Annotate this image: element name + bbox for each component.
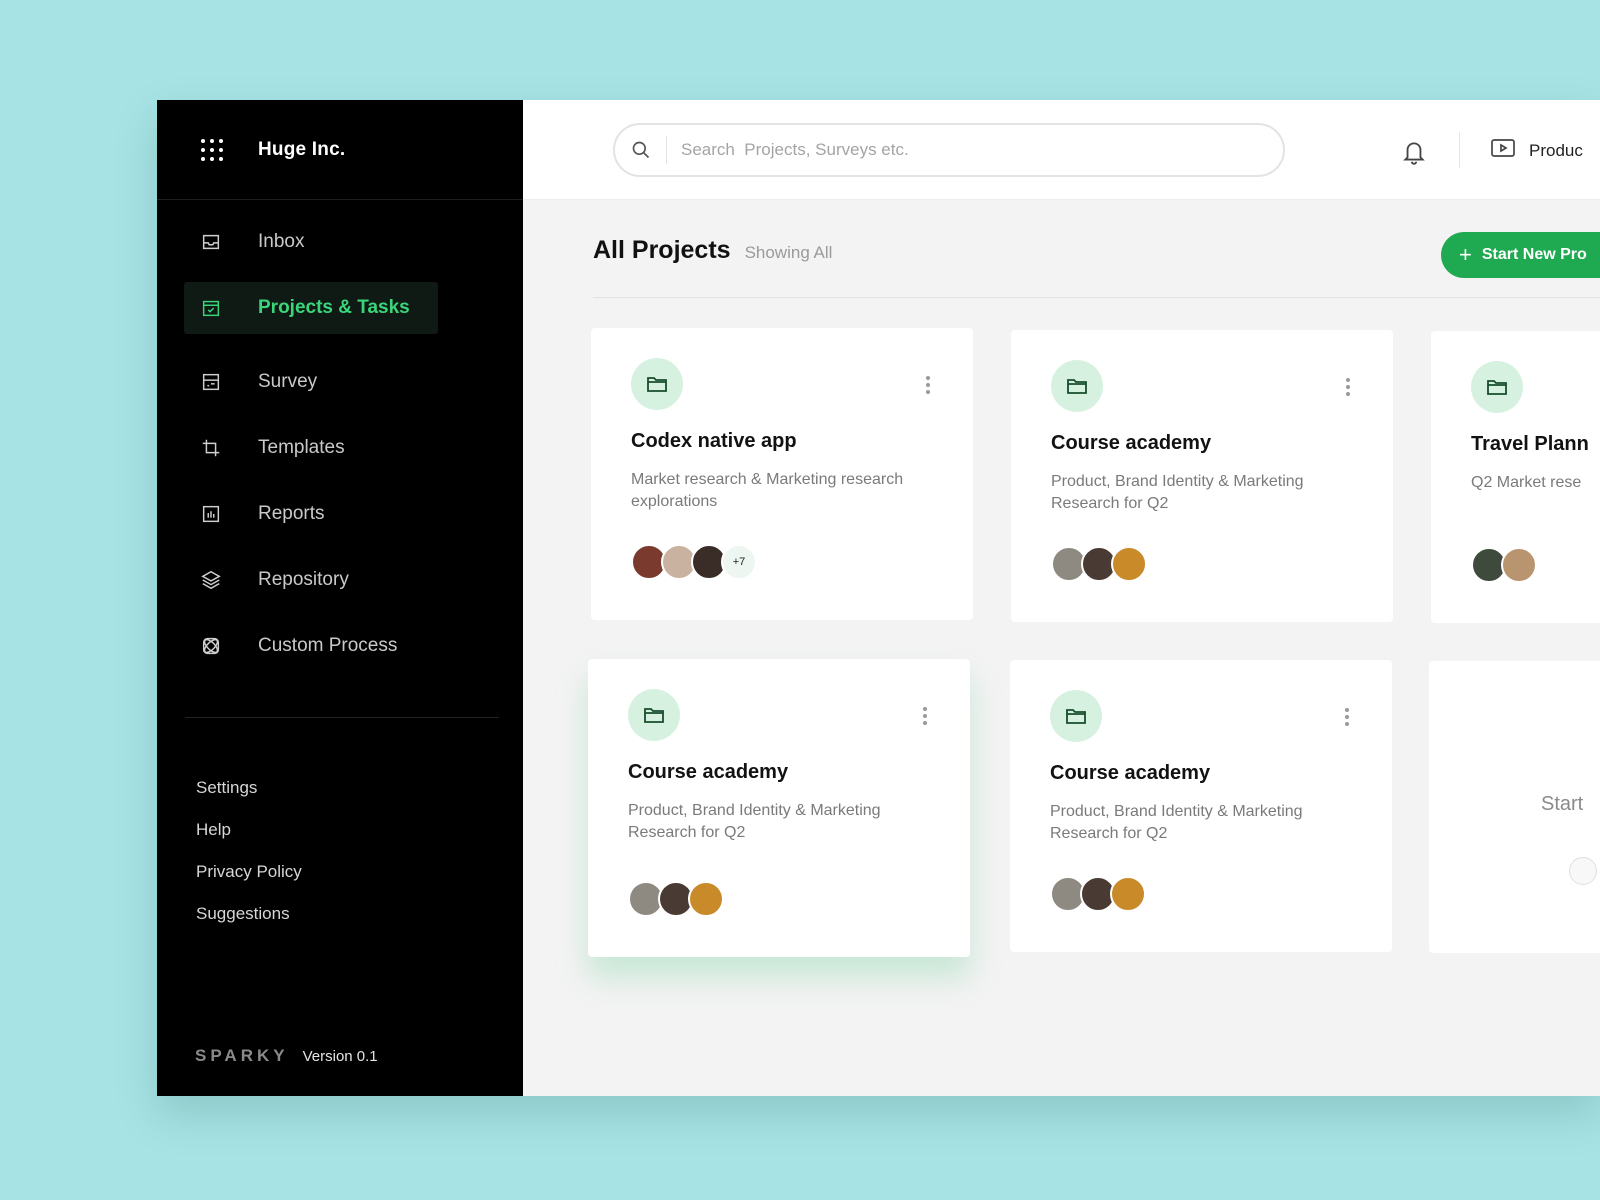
sidebar-item-label: Inbox — [258, 231, 305, 252]
avatar — [1501, 547, 1537, 583]
calendar-check-icon — [200, 297, 222, 319]
folder-icon — [1051, 360, 1103, 412]
sidebar-item-label: Survey — [258, 371, 318, 392]
more-options-icon[interactable] — [925, 376, 931, 396]
help-link[interactable]: Help — [196, 820, 302, 840]
sidebar-item-label: Projects & Tasks — [258, 297, 410, 318]
company-name: Huge Inc. — [258, 138, 346, 160]
card-description: Product, Brand Identity & Marketing Rese… — [628, 802, 881, 841]
avatar-group — [1051, 546, 1147, 582]
top-bar: Produc — [523, 100, 1600, 200]
folder-icon — [1050, 690, 1102, 742]
suggestions-link[interactable]: Suggestions — [196, 904, 302, 924]
app-window: Huge Inc. Inbox Projects & Tasks Survey — [157, 100, 1600, 1096]
avatar-group — [628, 881, 724, 917]
start-new-project-button[interactable]: + Start New Pro — [1441, 232, 1600, 278]
folder-icon — [628, 689, 680, 741]
project-card[interactable]: Codex native app Market research & Marke… — [591, 328, 973, 620]
sidebar-item-label: Repository — [258, 569, 349, 590]
sidebar-item-repository[interactable]: Repository — [184, 554, 438, 606]
search-input[interactable] — [681, 140, 1283, 160]
sidebar-item-label: Templates — [258, 437, 345, 458]
topbar-separator — [1459, 132, 1460, 168]
card-description: Product, Brand Identity & Marketing Rese… — [1051, 473, 1304, 512]
sidebar: Huge Inc. Inbox Projects & Tasks Survey — [157, 100, 523, 1096]
project-card[interactable]: Course academy Product, Brand Identity &… — [1011, 330, 1393, 622]
avatar — [1111, 546, 1147, 582]
bar-chart-icon — [200, 503, 222, 525]
card-title: Course academy — [628, 761, 789, 783]
version-label: Version 0.1 — [302, 1048, 378, 1065]
sparky-logo: SPARKY — [195, 1046, 289, 1065]
more-members-badge[interactable]: +7 — [721, 544, 757, 580]
sidebar-item-inbox[interactable]: Inbox — [184, 216, 438, 268]
avatar-group: +7 — [631, 544, 757, 580]
page-title: All Projects — [593, 236, 731, 264]
sidebar-footer-links: Settings Help Privacy Policy Suggestions — [196, 778, 302, 946]
survey-icon — [200, 371, 222, 393]
heading-divider — [593, 297, 1600, 298]
sidebar-item-templates[interactable]: Templates — [184, 422, 438, 474]
brand-header: Huge Inc. — [157, 100, 523, 200]
new-project-label: Start — [1541, 793, 1584, 815]
search-icon[interactable] — [615, 136, 667, 164]
bell-icon[interactable] — [1401, 138, 1427, 166]
atom-icon — [200, 635, 222, 657]
settings-link[interactable]: Settings — [196, 778, 302, 798]
project-card[interactable]: Course academy Product, Brand Identity &… — [588, 659, 970, 957]
sidebar-item-projects-tasks[interactable]: Projects & Tasks — [184, 282, 438, 334]
new-project-card[interactable]: Start — [1429, 661, 1600, 953]
plus-icon: + — [1459, 242, 1472, 267]
projects-content: All Projects Showing All + Start New Pro… — [523, 200, 1600, 1096]
avatar-group — [1050, 876, 1146, 912]
avatar — [1110, 876, 1146, 912]
add-project-button[interactable] — [1569, 857, 1597, 885]
crop-icon — [200, 437, 222, 459]
card-title: Course academy — [1050, 762, 1211, 784]
filter-status[interactable]: Showing All — [745, 243, 833, 263]
search-bar — [613, 123, 1285, 177]
play-icon — [1491, 138, 1515, 163]
folder-icon — [1471, 361, 1523, 413]
sidebar-item-label: Reports — [258, 503, 325, 524]
sidebar-divider — [185, 717, 499, 718]
start-button-label: Start New Pro — [1481, 246, 1587, 263]
sidebar-nav: Inbox Projects & Tasks Survey Templates — [157, 200, 523, 672]
card-title: Codex native app — [631, 430, 797, 452]
apps-grid-icon[interactable] — [201, 138, 223, 161]
version-info: SPARKY Version 0.1 — [195, 1046, 378, 1066]
card-title: Travel Plann — [1471, 433, 1589, 455]
more-options-icon[interactable] — [1345, 378, 1351, 398]
product-label: Produc — [1529, 140, 1583, 160]
more-options-icon[interactable] — [1344, 708, 1350, 728]
privacy-policy-link[interactable]: Privacy Policy — [196, 862, 302, 882]
layers-icon — [200, 569, 222, 591]
sidebar-item-label: Custom Process — [258, 635, 398, 656]
project-card[interactable]: Travel Plann Q2 Market rese — [1431, 331, 1600, 623]
card-description: Product, Brand Identity & Marketing Rese… — [1050, 803, 1303, 842]
sidebar-item-reports[interactable]: Reports — [184, 488, 438, 540]
sidebar-item-custom-process[interactable]: Custom Process — [184, 620, 438, 672]
avatar-group — [1471, 547, 1537, 583]
folder-icon — [631, 358, 683, 410]
sidebar-item-survey[interactable]: Survey — [184, 356, 438, 408]
card-description: Market research & Marketing research exp… — [631, 471, 904, 510]
main-area: Produc All Projects Showing All + Start … — [523, 100, 1600, 1096]
project-card[interactable]: Course academy Product, Brand Identity &… — [1010, 660, 1392, 952]
avatar — [688, 881, 724, 917]
card-title: Course academy — [1051, 432, 1212, 454]
more-options-icon[interactable] — [922, 707, 928, 727]
inbox-icon — [200, 231, 222, 253]
product-menu[interactable]: Produc — [1491, 138, 1583, 163]
card-description: Q2 Market rese — [1471, 474, 1582, 491]
